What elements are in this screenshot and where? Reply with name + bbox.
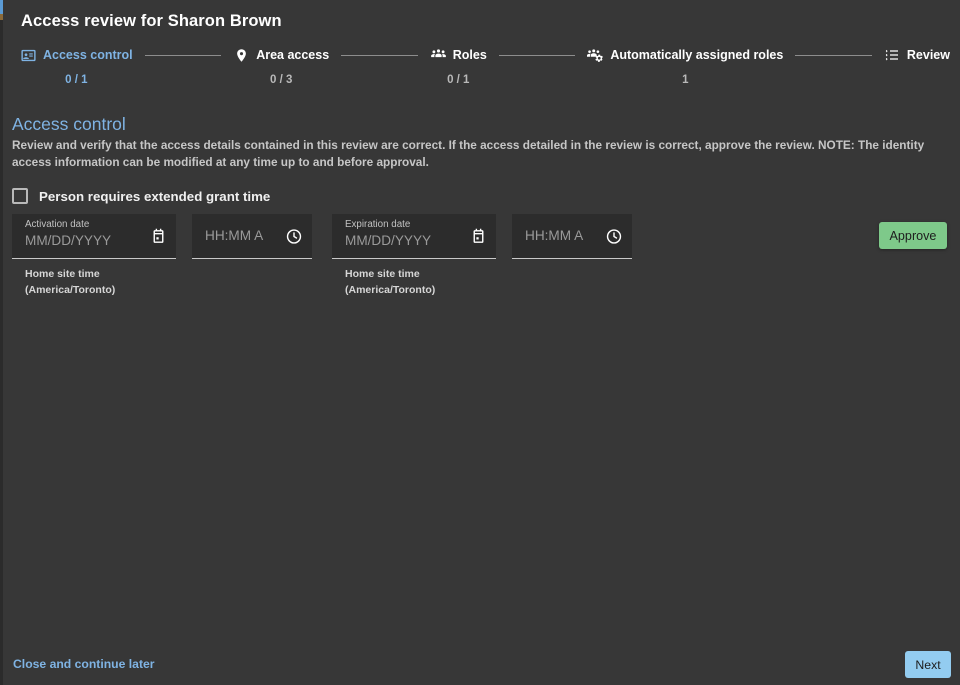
activation-time-input[interactable]: HH:MM A	[192, 214, 312, 259]
step-area-access-label: Area access	[256, 47, 330, 62]
activation-date-label: Activation date	[25, 219, 90, 230]
activation-date-input[interactable]: Activation date MM/DD/YYYY	[12, 214, 176, 259]
approve-button[interactable]: Approve	[879, 222, 947, 249]
step-automatically-assigned-roles-label: Automatically assigned roles	[610, 47, 784, 62]
activation-time-placeholder: HH:MM A	[205, 227, 264, 243]
clock-icon[interactable]	[285, 227, 303, 245]
grant-time-fields: Activation date MM/DD/YYYY Home site tim…	[12, 214, 632, 299]
access-review-window: Access review for Sharon Brown Access co…	[0, 0, 960, 685]
expiration-hint-line1: Home site time	[345, 268, 420, 280]
activation-hint-line2: (America/Toronto)	[25, 283, 116, 296]
activation-date-placeholder: MM/DD/YYYY	[25, 232, 112, 248]
step-access-control-count: 0 / 1	[65, 74, 88, 86]
calendar-icon[interactable]	[469, 227, 487, 245]
badge-icon	[20, 47, 37, 64]
group-settings-icon	[587, 47, 604, 64]
expiration-time-column: HH:MM A	[512, 214, 632, 259]
next-button[interactable]: Next	[905, 651, 951, 678]
step-roles-label: Roles	[452, 47, 487, 62]
step-automatically-assigned-roles-count: 1	[682, 74, 689, 86]
step-automatically-assigned-roles[interactable]: Automatically assigned roles 1	[587, 44, 783, 87]
step-access-control[interactable]: Access control 0 / 1	[20, 44, 133, 87]
calendar-icon[interactable]	[149, 227, 167, 245]
step-access-control-head: Access control	[20, 44, 133, 66]
expiration-date-placeholder: MM/DD/YYYY	[345, 232, 432, 248]
stepper-connector-2	[329, 44, 430, 66]
stepper-connector-4	[783, 44, 884, 66]
step-access-control-label: Access control	[43, 47, 133, 62]
close-and-continue-later-link[interactable]: Close and continue later	[13, 657, 155, 671]
activation-date-column: Activation date MM/DD/YYYY Home site tim…	[12, 214, 176, 299]
step-roles-head: Roles	[430, 44, 487, 66]
step-review[interactable]: Review	[884, 44, 950, 75]
section-description: Review and verify that the access detail…	[12, 138, 925, 169]
step-roles[interactable]: Roles 0 / 1	[430, 44, 487, 87]
expiration-date-input[interactable]: Expiration date MM/DD/YYYY	[332, 214, 496, 259]
location-pin-icon	[233, 47, 250, 64]
step-area-access-count: 0 / 3	[269, 74, 293, 86]
activation-hint-line1: Home site time	[25, 268, 100, 280]
stepper-connector-3	[487, 44, 588, 66]
expiration-hint-line2: (America/Toronto)	[345, 283, 436, 296]
expiration-date-column: Expiration date MM/DD/YYYY Home site tim…	[332, 214, 496, 299]
activation-field-group: Activation date MM/DD/YYYY Home site tim…	[12, 214, 312, 299]
step-review-label: Review	[906, 47, 950, 62]
left-edge-accent-secondary	[0, 14, 3, 20]
extended-grant-time-label: Person requires extended grant time	[39, 188, 271, 204]
group-icon	[430, 47, 447, 64]
extended-grant-time-row[interactable]: Person requires extended grant time	[12, 188, 270, 204]
step-roles-count: 0 / 1	[447, 74, 470, 86]
expiration-time-input[interactable]: HH:MM A	[512, 214, 632, 259]
step-area-access[interactable]: Area access 0 / 3	[233, 44, 329, 87]
left-edge-strip	[0, 0, 3, 685]
review-stepper: Access control 0 / 1 Area access 0 / 3 R…	[20, 44, 950, 90]
step-automatically-assigned-roles-head: Automatically assigned roles	[587, 44, 783, 66]
clock-icon[interactable]	[605, 227, 623, 245]
expiration-time-placeholder: HH:MM A	[525, 227, 584, 243]
stepper-connector-1	[133, 44, 234, 66]
expiration-date-label: Expiration date	[345, 219, 411, 230]
list-bulleted-icon	[884, 47, 901, 64]
activation-time-column: HH:MM A	[192, 214, 312, 259]
section-title: Access control	[12, 114, 126, 134]
expiration-home-site-time-hint: Home site time (America/Toronto)	[332, 267, 496, 299]
extended-grant-time-checkbox[interactable]	[12, 188, 28, 204]
expiration-field-group: Expiration date MM/DD/YYYY Home site tim…	[332, 214, 632, 299]
activation-home-site-time-hint: Home site time (America/Toronto)	[12, 267, 176, 299]
page-title: Access review for Sharon Brown	[21, 12, 282, 30]
step-area-access-head: Area access	[233, 44, 329, 66]
step-review-head: Review	[884, 44, 950, 66]
left-edge-accent	[0, 0, 3, 14]
